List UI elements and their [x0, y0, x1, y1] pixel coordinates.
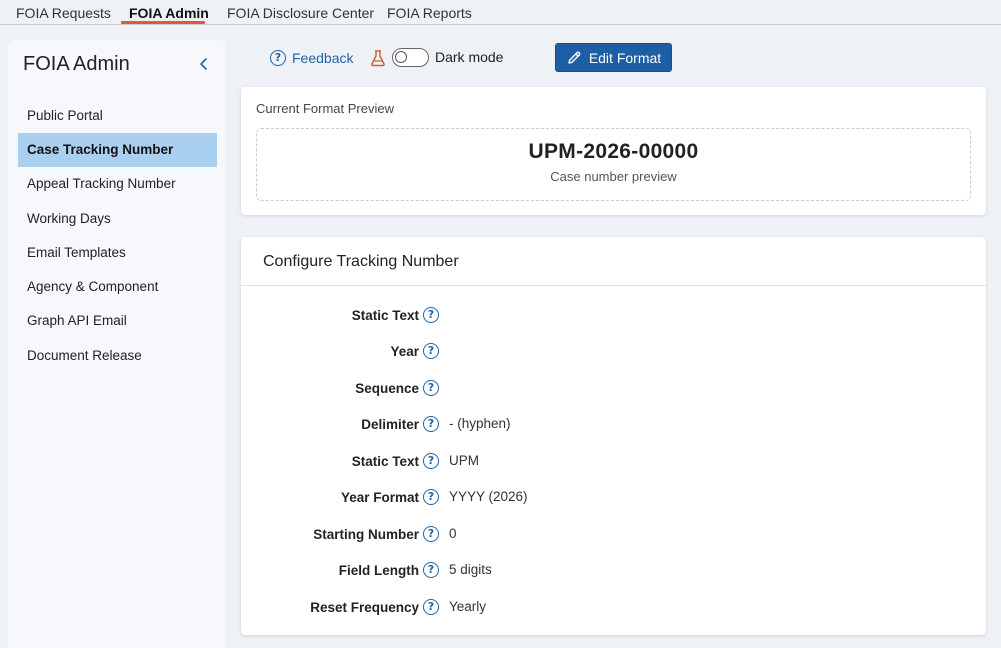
config-row-label: Starting Number	[313, 527, 419, 542]
sidebar-item-appeal-tracking-number[interactable]: Appeal Tracking Number	[18, 167, 217, 201]
edit-format-label: Edit Format	[588, 49, 662, 66]
config-row-value: UPM	[449, 453, 479, 468]
help-icon[interactable]: ?	[423, 307, 439, 323]
config-row-label: Delimiter	[361, 417, 419, 432]
feedback-label: Feedback	[292, 50, 354, 66]
top-navigation: FOIA Requests FOIA Admin FOIA Disclosure…	[0, 0, 1001, 25]
preview-case-number: UPM-2026-00000	[528, 140, 699, 163]
tab-foia-requests[interactable]: FOIA Requests	[16, 5, 111, 21]
preview-heading: Current Format Preview	[256, 101, 394, 116]
config-row: Field Length ? 5 digits	[241, 561, 986, 581]
configure-heading: Configure Tracking Number	[241, 237, 986, 286]
configure-tracking-card: Configure Tracking Number Static Text ? …	[241, 237, 986, 635]
sidebar-item-agency-component[interactable]: Agency & Component	[18, 270, 217, 304]
config-row-label: Year	[390, 344, 419, 359]
edit-format-button[interactable]: Edit Format	[555, 43, 672, 72]
config-row-label: Static Text	[351, 308, 419, 323]
dark-mode-label: Dark mode	[435, 49, 504, 65]
help-icon[interactable]: ?	[423, 453, 439, 469]
help-icon[interactable]: ?	[423, 526, 439, 542]
config-row: Static Text ? UPM	[241, 452, 986, 472]
help-icon[interactable]: ?	[423, 562, 439, 578]
config-row: Year ?	[241, 342, 986, 362]
preview-box: UPM-2026-00000 Case number preview	[256, 128, 971, 201]
help-icon[interactable]: ?	[423, 489, 439, 505]
config-row-label: Sequence	[355, 381, 419, 396]
pencil-icon	[568, 51, 581, 64]
config-row: Sequence ?	[241, 379, 986, 399]
sidebar: FOIA Admin Public Portal Case Tracking N…	[8, 40, 226, 648]
tab-foia-reports[interactable]: FOIA Reports	[387, 5, 472, 21]
help-icon[interactable]: ?	[423, 416, 439, 432]
flask-icon	[371, 50, 385, 67]
sidebar-item-document-release[interactable]: Document Release	[18, 339, 217, 373]
config-row-label: Field Length	[338, 563, 419, 578]
chevron-left-icon[interactable]	[196, 56, 212, 72]
config-row-label: Reset Frequency	[310, 600, 419, 615]
sidebar-item-graph-api-email[interactable]: Graph API Email	[18, 304, 217, 338]
question-circle-icon: ?	[270, 50, 286, 66]
help-icon[interactable]: ?	[423, 380, 439, 396]
help-icon[interactable]: ?	[423, 343, 439, 359]
config-row: Reset Frequency ? Yearly	[241, 598, 986, 618]
config-row: Delimiter ? - (hyphen)	[241, 415, 986, 435]
config-row: Starting Number ? 0	[241, 525, 986, 545]
config-row-value: 5 digits	[449, 562, 492, 577]
sidebar-item-public-portal[interactable]: Public Portal	[18, 99, 217, 133]
sidebar-item-email-templates[interactable]: Email Templates	[18, 236, 217, 270]
dark-mode-toggle[interactable]	[392, 48, 429, 67]
sidebar-item-working-days[interactable]: Working Days	[18, 202, 217, 236]
format-preview-card: Current Format Preview UPM-2026-00000 Ca…	[241, 87, 986, 215]
config-row-value: Yearly	[449, 599, 487, 614]
help-icon[interactable]: ?	[423, 599, 439, 615]
config-row-label: Year Format	[340, 490, 419, 505]
config-row-label: Static Text	[351, 454, 419, 469]
sidebar-title: FOIA Admin	[23, 53, 130, 75]
toggle-knob	[395, 51, 407, 63]
active-tab-underline	[121, 21, 205, 24]
config-row: Static Text ?	[241, 306, 986, 326]
config-row-value: - (hyphen)	[449, 416, 511, 431]
config-row: Year Format ? YYYY (2026)	[241, 488, 986, 508]
config-row-value: YYYY (2026)	[449, 489, 528, 504]
config-row-value: 0	[449, 526, 457, 541]
preview-caption: Case number preview	[550, 169, 677, 184]
feedback-link[interactable]: ? Feedback	[270, 48, 353, 68]
sidebar-item-case-tracking-number[interactable]: Case Tracking Number	[18, 133, 217, 167]
tab-foia-disclosure-center[interactable]: FOIA Disclosure Center	[227, 5, 374, 21]
tab-foia-admin[interactable]: FOIA Admin	[129, 5, 209, 21]
